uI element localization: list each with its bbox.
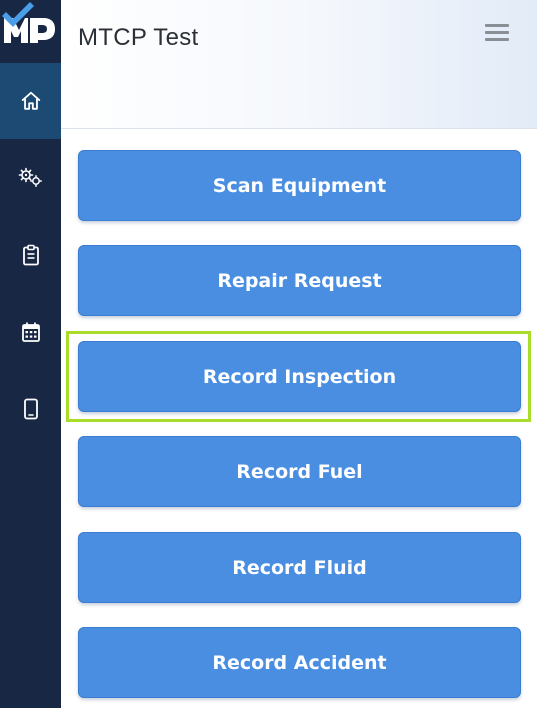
hamburger-menu-button[interactable]: [485, 22, 511, 44]
record-fuel-button[interactable]: Record Fuel: [78, 436, 521, 507]
app-root: MTCP Test Scan Equipment Repair Request …: [0, 0, 537, 708]
clipboard-icon: [22, 244, 39, 266]
home-icon: [21, 91, 40, 110]
hamburger-menu-icon: [485, 24, 509, 27]
app-logo[interactable]: [0, 0, 61, 62]
action-list: Scan Equipment Repair Request Record Ins…: [61, 129, 537, 708]
record-inspection-button[interactable]: Record Inspection: [78, 341, 521, 412]
mp-logo-icon: [2, 2, 55, 43]
page-title: MTCP Test: [78, 24, 199, 51]
calendar-icon: [21, 322, 40, 342]
sidebar-item-home[interactable]: [0, 63, 61, 139]
record-fluid-button[interactable]: Record Fluid: [78, 532, 521, 603]
sidebar-item-calendar[interactable]: [0, 294, 61, 370]
sidebar: [0, 0, 61, 708]
repair-request-button[interactable]: Repair Request: [78, 245, 521, 316]
sidebar-item-settings[interactable]: [0, 140, 61, 216]
sidebar-item-mobile[interactable]: [0, 371, 61, 447]
sidebar-item-inspections[interactable]: [0, 217, 61, 293]
gears-icon: [18, 167, 42, 187]
record-accident-button[interactable]: Record Accident: [78, 627, 521, 698]
scan-equipment-button[interactable]: Scan Equipment: [78, 150, 521, 221]
mobile-device-icon: [23, 398, 38, 420]
header: MTCP Test: [61, 0, 537, 129]
